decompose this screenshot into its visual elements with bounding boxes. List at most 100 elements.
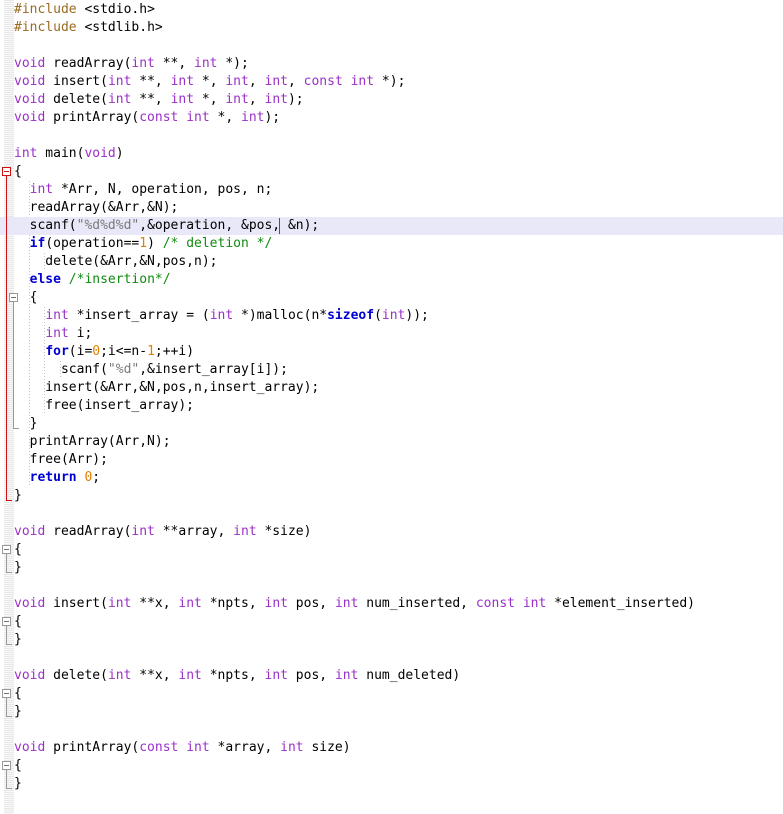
code-line[interactable]: else /*insertion*/ (0, 271, 783, 289)
code-token-pn (14, 344, 45, 359)
code-token-pn: readArray(&Arr,&N); (14, 200, 179, 215)
code-line[interactable] (0, 127, 783, 145)
code-token-pn: printArray( (45, 740, 140, 755)
code-token-t: int (209, 308, 234, 323)
code-token-t: int (264, 92, 288, 107)
code-line[interactable] (0, 505, 783, 523)
code-line[interactable]: void delete(int **, int *, int, int); (0, 91, 783, 109)
code-token-t: int (350, 74, 375, 89)
code-line[interactable] (0, 721, 783, 739)
code-line[interactable]: free(insert_array); (0, 397, 783, 415)
code-token-pn (515, 596, 523, 611)
code-line[interactable] (0, 577, 783, 595)
code-line[interactable]: { (0, 613, 783, 631)
code-line[interactable]: } (0, 415, 783, 433)
fold-toggle-delete-body[interactable] (2, 689, 11, 698)
code-line[interactable]: for(i=0;i<=n-1;++i) (0, 343, 783, 361)
code-token-t: int (334, 668, 359, 683)
code-text-layer[interactable]: #include <stdio.h> #include <stdlib.h> voi… (0, 0, 783, 814)
code-line[interactable]: } (0, 703, 783, 721)
code-token-t: int (107, 92, 132, 107)
code-token-t: int (522, 596, 547, 611)
code-line-text: return 0; (0, 469, 100, 487)
code-line[interactable]: void delete(int **x, int *npts, int pos,… (0, 667, 783, 685)
code-line[interactable]: { (0, 685, 783, 703)
code-line[interactable]: } (0, 631, 783, 649)
code-token-t: int (264, 668, 288, 683)
code-token-pn (14, 236, 30, 251)
code-line[interactable]: void readArray(int **array, int *size) (0, 523, 783, 541)
code-line[interactable]: { (0, 163, 783, 181)
code-token-t: int (107, 74, 132, 89)
code-line-text: scanf("%d",&insert_array[i]); (0, 361, 288, 379)
code-token-t: int (241, 110, 265, 125)
code-token-pn: size) (303, 740, 351, 755)
code-token-t: int (170, 92, 195, 107)
code-token-pn: *npts, (201, 596, 265, 611)
code-line[interactable]: free(Arr); (0, 451, 783, 469)
code-line[interactable]: { (0, 289, 783, 307)
code-token-t: int (280, 740, 304, 755)
code-line[interactable]: if(operation==1) /* deletion */ (0, 235, 783, 253)
fold-range-line-insert-body (6, 626, 7, 644)
code-line[interactable]: return 0; (0, 469, 783, 487)
code-token-pn: insert(&Arr,&N,pos,n,insert_array); (14, 380, 320, 395)
code-line-text: void readArray(int **array, int *size) (0, 523, 311, 541)
code-token-pn: **array, (154, 524, 234, 539)
code-line[interactable]: scanf("%d",&insert_array[i]); (0, 361, 783, 379)
code-token-pn: (i= (68, 344, 93, 359)
code-token-k: else (29, 272, 61, 287)
code-line[interactable]: void printArray(const int *, int); (0, 109, 783, 127)
code-token-t: const (303, 74, 343, 89)
code-token-pn: ;++i) (154, 344, 195, 359)
code-token-pn: )); (405, 308, 429, 323)
code-token-t: void (14, 668, 46, 683)
fold-toggle-insert-body[interactable] (2, 617, 11, 626)
code-line[interactable]: delete(&Arr,&N,pos,n); (0, 253, 783, 271)
code-token-pn: *size) (256, 524, 312, 539)
code-token-t: int (170, 74, 195, 89)
code-token-pn (14, 272, 30, 287)
code-token-pn: , (287, 74, 304, 89)
code-line[interactable]: #include <stdlib.h> (0, 19, 783, 37)
code-line[interactable]: { (0, 757, 783, 775)
fold-toggle-else-block[interactable] (9, 293, 18, 302)
code-line[interactable]: void printArray(const int *array, int si… (0, 739, 783, 757)
code-line[interactable]: void insert(int **, int *, int, int, con… (0, 73, 783, 91)
code-token-k: sizeof (327, 308, 375, 323)
fold-toggle-printArray-body[interactable] (2, 761, 11, 770)
code-token-pn: **, (131, 74, 171, 89)
code-token-pn: ( (374, 308, 382, 323)
code-line[interactable] (0, 37, 783, 55)
code-token-cm: /*insertion*/ (68, 272, 171, 287)
fold-range-end-delete-body (6, 716, 12, 717)
code-token-pn: insert( (45, 596, 108, 611)
code-line[interactable] (0, 649, 783, 667)
code-line[interactable]: { (0, 541, 783, 559)
code-token-k: return (29, 470, 77, 485)
fold-toggle-readArray-body[interactable] (2, 545, 11, 554)
code-token-pn: *)malloc(n* (233, 308, 328, 323)
code-token-t: int (334, 596, 359, 611)
code-token-pn: *array, (209, 740, 281, 755)
code-line[interactable]: printArray(Arr,N); (0, 433, 783, 451)
code-line[interactable]: #include <stdio.h> (0, 1, 783, 19)
code-line[interactable]: } (0, 487, 783, 505)
code-line-text: void readArray(int **, int *); (0, 55, 249, 73)
code-token-pn: insert( (45, 74, 108, 89)
code-line[interactable]: void insert(int **x, int *npts, int pos,… (0, 595, 783, 613)
code-line[interactable]: int *Arr, N, operation, pos, n; (0, 181, 783, 199)
code-line[interactable]: void readArray(int **, int *); (0, 55, 783, 73)
code-token-pn: *element_inserted) (546, 596, 696, 611)
fold-toggle-main-body[interactable] (2, 167, 11, 176)
fold-range-line-readArray-body (6, 554, 7, 572)
code-line[interactable]: int main(void) (0, 145, 783, 163)
code-line[interactable]: int *insert_array = (int *)malloc(n*size… (0, 307, 783, 325)
code-line[interactable]: scanf("%d%d%d",&operation, &pos, &n); (0, 217, 783, 235)
code-line[interactable]: int i; (0, 325, 783, 343)
code-line[interactable]: } (0, 775, 783, 793)
code-line[interactable]: insert(&Arr,&N,pos,n,insert_array); (0, 379, 783, 397)
code-editor[interactable]: #include <stdio.h> #include <stdlib.h> voi… (0, 0, 783, 814)
code-line[interactable]: readArray(&Arr,&N); (0, 199, 783, 217)
code-line[interactable]: } (0, 559, 783, 577)
